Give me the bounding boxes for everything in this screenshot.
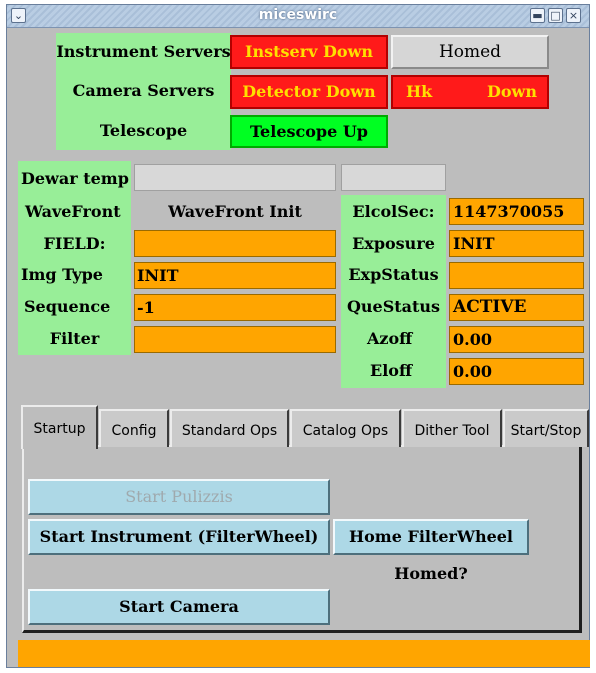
camera-servers-label: Camera Servers	[72, 81, 215, 100]
start-pulizzis-button[interactable]: Start Pulizzis	[28, 479, 330, 515]
azoff-label: Azoff	[367, 329, 413, 348]
exposure-label: Exposure	[352, 234, 435, 253]
start-camera-button[interactable]: Start Camera	[28, 589, 330, 625]
status-bar	[18, 640, 590, 667]
tab-catalog-ops[interactable]: Catalog Ops	[290, 409, 401, 447]
homed-status-badge: Homed	[391, 35, 549, 69]
tab-config[interactable]: Config	[99, 409, 169, 447]
home-filterwheel-button[interactable]: Home FilterWheel	[333, 519, 529, 555]
detector-status-badge: Detector Down	[230, 75, 388, 109]
elcolsec-value: 1147370055	[449, 198, 584, 225]
sequence-label: Sequence	[24, 297, 111, 316]
title-bar[interactable]: ⌄ miceswirc ▬ □ ×	[7, 5, 589, 28]
status-right-label-panel	[341, 195, 446, 388]
filter-label: Filter	[49, 329, 100, 348]
filter-value	[134, 326, 336, 353]
close-icon: ×	[568, 9, 579, 22]
exposure-value: INIT	[449, 230, 584, 257]
app-window: ⌄ miceswirc ▬ □ × Instrument Servers Cam…	[6, 4, 590, 668]
hk-status-badge: Hk Down	[391, 75, 549, 109]
imgtype-value: INIT	[134, 262, 336, 289]
status-left-label-panel	[18, 161, 131, 355]
dewar-temp-value-2	[341, 164, 446, 191]
wavefront-label: WaveFront	[25, 202, 121, 221]
telescope-label: Telescope	[99, 121, 188, 140]
wavefront-value: WaveFront Init	[168, 202, 302, 221]
hk-label: Hk	[406, 82, 433, 101]
maximize-button[interactable]: □	[548, 8, 563, 23]
azoff-value: 0.00	[449, 326, 584, 353]
eloff-label: Eloff	[370, 361, 413, 380]
sequence-value: -1	[134, 294, 336, 321]
imgtype-label: Img Type	[21, 265, 103, 284]
tab-start-stop[interactable]: Start/Stop	[503, 409, 589, 447]
eloff-value: 0.00	[449, 358, 584, 385]
tab-standard-ops[interactable]: Standard Ops	[170, 409, 289, 447]
homed-question-label: Homed?	[394, 564, 468, 583]
close-button[interactable]: ×	[566, 8, 581, 23]
dewar-temp-label: Dewar temp	[21, 169, 129, 188]
maximize-icon: □	[550, 9, 561, 22]
dewar-temp-value	[134, 164, 336, 191]
hk-status-text: Down	[487, 82, 537, 101]
expstatus-value	[449, 262, 584, 289]
questatus-label: QueStatus	[346, 297, 441, 316]
window-title: miceswirc	[258, 7, 338, 23]
minimize-button[interactable]: ▬	[530, 8, 545, 23]
field-label: FIELD:	[43, 234, 106, 253]
questatus-value: ACTIVE	[449, 294, 584, 321]
tab-startup[interactable]: Startup	[21, 405, 98, 449]
elcolsec-label: ElcolSec:	[352, 202, 435, 221]
start-instrument-button[interactable]: Start Instrument (FilterWheel)	[28, 519, 330, 555]
instrument-servers-label: Instrument Servers	[56, 42, 231, 61]
minimize-icon: ▬	[532, 9, 543, 22]
instserv-status-badge: Instserv Down	[230, 35, 388, 69]
field-value	[134, 230, 336, 257]
telescope-status-badge: Telescope Up	[230, 115, 388, 148]
expstatus-label: ExpStatus	[348, 265, 439, 284]
tab-dither-tool[interactable]: Dither Tool	[402, 409, 502, 447]
